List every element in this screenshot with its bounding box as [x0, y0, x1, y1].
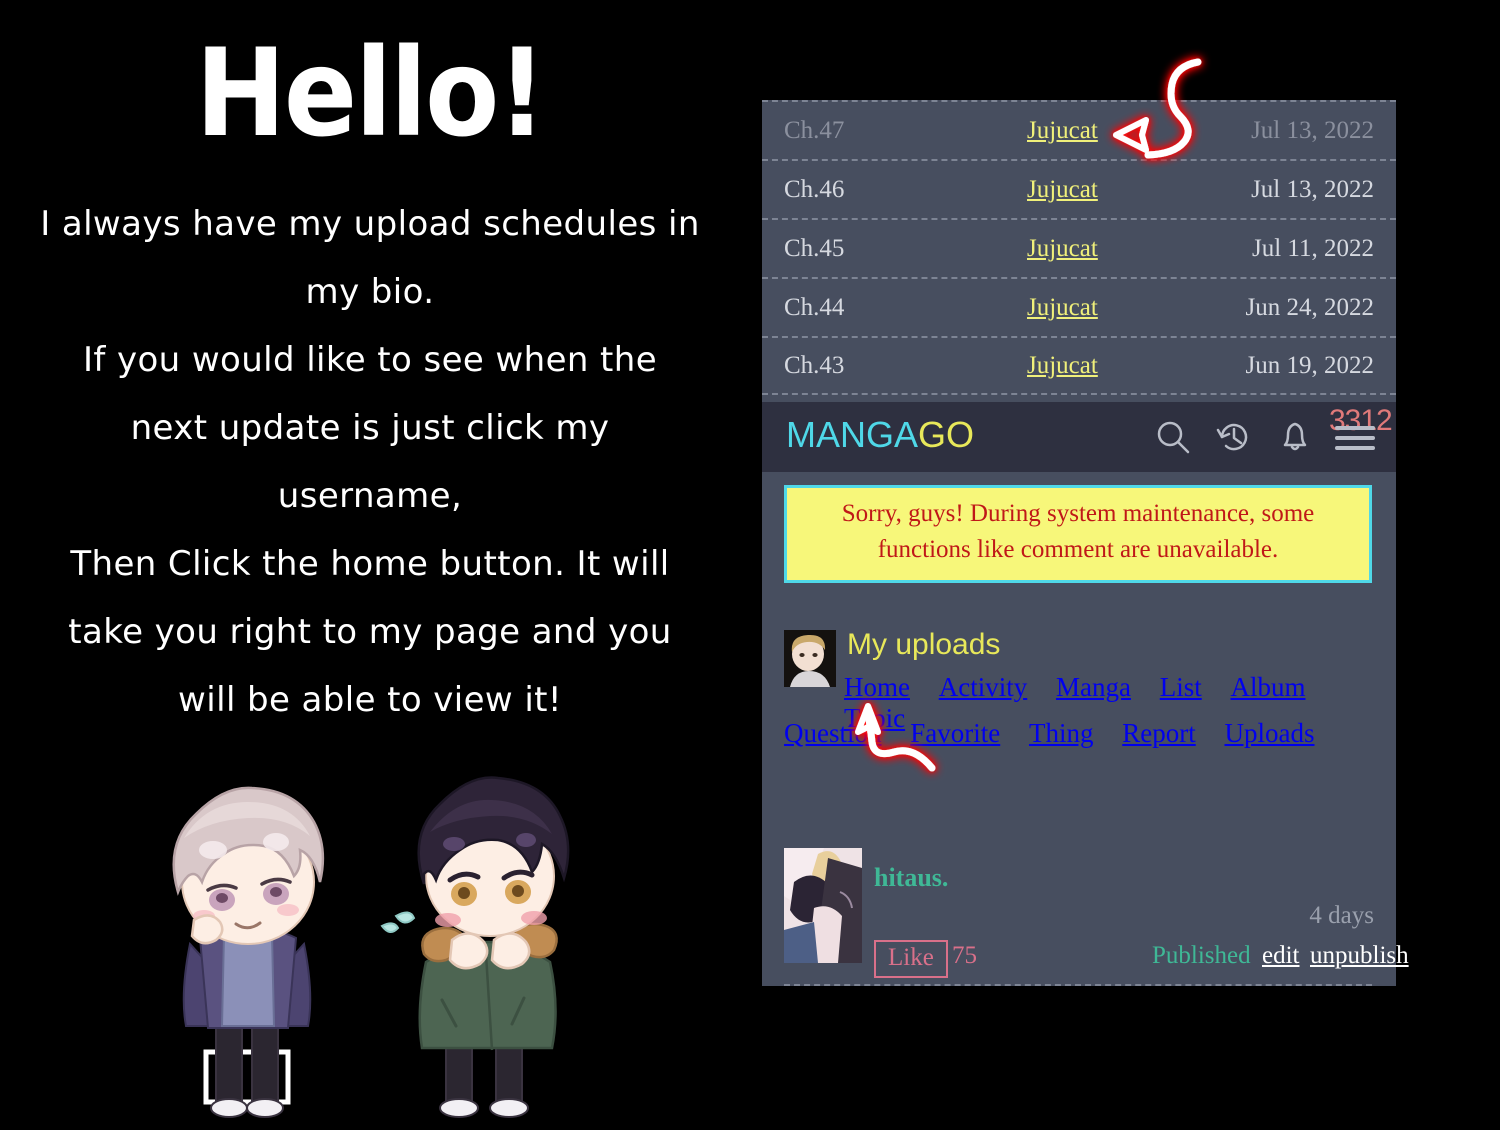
chapter-date: Jul 13, 2022	[1251, 175, 1374, 203]
post-title[interactable]: hitaus.	[874, 863, 948, 893]
note-line: next update is just click my	[130, 408, 610, 448]
chapter-number: Ch.43	[784, 351, 845, 379]
table-row[interactable]: Ch.44 Jujucat Jun 24, 2022	[762, 277, 1396, 336]
page-title: Hello!	[195, 23, 546, 164]
note-line: Then Click the home button. It will	[70, 544, 670, 584]
mangago-app-screenshot: Ch.47 Jujucat Jul 13, 2022 Ch.46 Jujucat…	[762, 100, 1409, 986]
chapter-number: Ch.44	[784, 293, 845, 321]
app-header-bar: MANGAGO 3312	[762, 402, 1396, 472]
nav-item-home[interactable]: Home	[844, 672, 910, 703]
chapter-number: Ch.45	[784, 234, 845, 262]
chapter-date: Jul 13, 2022	[1251, 116, 1374, 144]
maintenance-notice: Sorry, guys! During system maintenance, …	[784, 485, 1372, 583]
logo-text-primary: MANGA	[786, 414, 919, 455]
nav-item-thing[interactable]: Thing	[1029, 718, 1094, 749]
nav-item-list[interactable]: List	[1160, 672, 1202, 703]
chibi-character-silver-hair	[172, 786, 325, 1118]
table-row[interactable]: Ch.46 Jujucat Jul 13, 2022	[762, 159, 1396, 218]
post-thumbnail[interactable]	[784, 848, 862, 963]
search-icon[interactable]	[1153, 417, 1193, 457]
notice-line-2: like comment are unavailable.	[977, 536, 1279, 563]
note-line: If you would like to see when the	[82, 340, 658, 380]
post-timestamp: 4 days	[1309, 902, 1374, 929]
instruction-note-panel: Hello! I always have my upload schedules…	[0, 0, 740, 1125]
note-line: take you right to my page and you	[68, 612, 672, 652]
table-row[interactable]: Ch.47 Jujucat Jul 13, 2022	[762, 100, 1396, 159]
nav-item-question[interactable]: Question	[784, 718, 882, 749]
chapter-date: Jun 24, 2022	[1245, 293, 1374, 321]
chapter-number: Ch.47	[784, 116, 845, 144]
chibi-character-dark-hair	[380, 776, 570, 1118]
instruction-text: I always have my upload schedules in my …	[40, 190, 700, 734]
nav-item-activity[interactable]: Activity	[939, 672, 1028, 703]
note-line: will be able to view it!	[178, 680, 562, 720]
my-uploads-title: My uploads	[847, 628, 1001, 661]
uploader-link[interactable]: Jujucat	[1027, 352, 1098, 380]
list-item: hitaus. 4 days Like 75 Published edit un…	[762, 848, 1409, 978]
edit-link[interactable]: edit	[1262, 942, 1300, 970]
note-line: my bio.	[305, 272, 435, 312]
profile-nav-row-2: Question Favorite Thing Report Uploads	[784, 718, 1384, 749]
note-line: I always have my upload schedules in	[40, 204, 700, 244]
bell-icon[interactable]	[1275, 417, 1315, 457]
uploader-link[interactable]: Jujucat	[1027, 176, 1098, 204]
mangago-logo[interactable]: MANGAGO	[786, 414, 974, 456]
nav-item-favorite[interactable]: Favorite	[910, 718, 1000, 749]
divider	[784, 984, 1372, 986]
chapter-date: Jul 11, 2022	[1252, 234, 1374, 262]
table-row[interactable]: Ch.45 Jujucat Jul 11, 2022	[762, 218, 1396, 277]
table-row[interactable]: Ch.43 Jujucat Jun 19, 2022	[762, 336, 1396, 395]
unpublish-link[interactable]: unpublish	[1310, 942, 1409, 970]
hamburger-menu-icon[interactable]	[1334, 422, 1376, 452]
like-button[interactable]: Like	[874, 940, 948, 978]
nav-item-uploads[interactable]: Uploads	[1224, 718, 1314, 749]
chapter-number: Ch.46	[784, 175, 845, 203]
note-line: username,	[277, 476, 463, 516]
status-badge: Published	[1152, 942, 1251, 969]
uploader-link[interactable]: Jujucat	[1027, 117, 1098, 145]
nav-item-album[interactable]: Album	[1230, 672, 1305, 703]
like-count: 75	[952, 942, 977, 969]
uploader-link[interactable]: Jujucat	[1027, 235, 1098, 263]
history-icon[interactable]	[1214, 417, 1254, 457]
nav-item-manga[interactable]: Manga	[1056, 672, 1131, 703]
chapter-list: Ch.47 Jujucat Jul 13, 2022 Ch.46 Jujucat…	[762, 100, 1396, 402]
chapter-date: Jun 19, 2022	[1245, 351, 1374, 379]
logo-text-secondary: GO	[918, 414, 975, 455]
nav-item-report[interactable]: Report	[1122, 718, 1196, 749]
uploader-link[interactable]: Jujucat	[1027, 294, 1098, 322]
avatar[interactable]	[784, 630, 836, 687]
